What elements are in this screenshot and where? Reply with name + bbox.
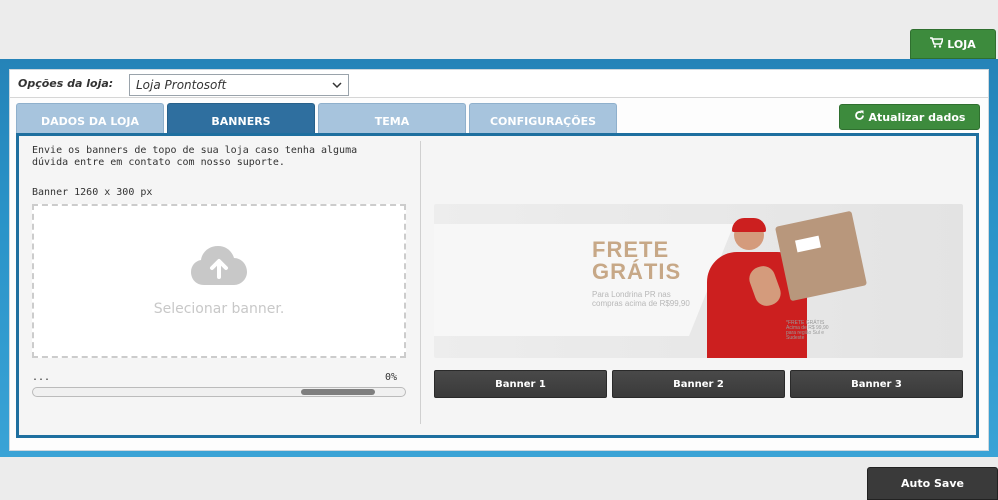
chevron-down-icon (332, 78, 342, 92)
banner-dropzone[interactable]: Selecionar banner. (32, 204, 406, 358)
store-select[interactable]: Loja Prontosoft (129, 74, 349, 96)
banner-selector: Banner 1 Banner 2 Banner 3 (434, 370, 963, 398)
upload-percent: 0% (385, 372, 398, 383)
store-panel: Opções da loja: Loja Prontosoft DADOS DA… (9, 69, 989, 451)
tab-store-data[interactable]: DADOS DA LOJA (16, 103, 164, 133)
store-select-value: Loja Prontosoft (136, 78, 227, 92)
store-options-bar: Opções da loja: Loja Prontosoft (10, 70, 988, 98)
store-button[interactable]: LOJA (910, 29, 996, 59)
refresh-data-button[interactable]: Atualizar dados (839, 104, 980, 130)
preview-headline-line2: GRÁTIS (592, 259, 682, 284)
banner-preview: FRETE GRÁTIS Para Londrina PR nas compra… (434, 204, 963, 358)
banners-panel: Envie os banners de topo de sua loja cas… (16, 133, 979, 438)
dropzone-label: Selecionar banner. (153, 301, 285, 317)
cart-icon (930, 37, 945, 51)
upload-progress-indicator (301, 389, 375, 395)
preview-background-shape (434, 224, 734, 336)
preview-subtitle: Para Londrina PR nas compras acima de R$… (592, 290, 690, 308)
refresh-data-label: Atualizar dados (868, 110, 966, 124)
tab-banners[interactable]: BANNERS (167, 103, 315, 133)
preview-fine-print: *FRETE GRÁTIS Acima de R$ 99,90 para reg… (786, 320, 829, 341)
tab-settings[interactable]: CONFIGURAÇÕES (469, 103, 617, 133)
tab-bar: DADOS DA LOJA BANNERS TEMA CONFIGURAÇÕES (16, 103, 617, 135)
banners-intro-text: Envie os banners de topo de sua loja cas… (32, 145, 358, 168)
panel-divider (420, 141, 421, 424)
store-button-label: LOJA (947, 37, 976, 51)
main-frame: Opções da loja: Loja Prontosoft DADOS DA… (0, 59, 998, 457)
preview-box-image (774, 210, 868, 302)
banner-1-button[interactable]: Banner 1 (434, 370, 607, 398)
tab-theme[interactable]: TEMA (318, 103, 466, 133)
store-options-label: Opções da loja: (18, 77, 114, 90)
banner-size-label: Banner 1260 x 300 px (32, 187, 153, 198)
cloud-upload-icon (190, 245, 248, 291)
upload-progress-bar (32, 387, 406, 397)
preview-headline-line1: FRETE (592, 237, 670, 262)
preview-headline: FRETE GRÁTIS (592, 239, 681, 283)
upload-status: ... (32, 372, 51, 383)
banner-3-button[interactable]: Banner 3 (790, 370, 963, 398)
preview-person-cap (732, 218, 766, 232)
refresh-icon (854, 110, 865, 124)
banner-2-button[interactable]: Banner 2 (612, 370, 785, 398)
autosave-button[interactable]: Auto Save (867, 467, 998, 500)
